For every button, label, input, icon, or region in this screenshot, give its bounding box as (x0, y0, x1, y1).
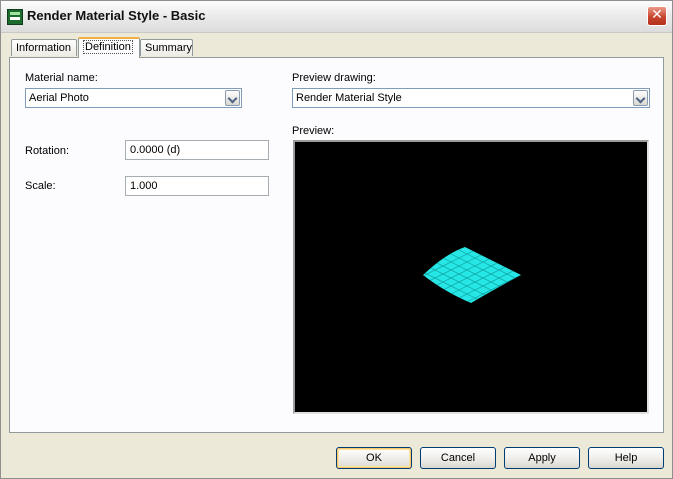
apply-button[interactable]: Apply (504, 447, 580, 469)
preview-drawing-label: Preview drawing: (292, 72, 376, 84)
preview-drawing-dropdown[interactable]: Render Material Style (292, 88, 650, 108)
tab-definition[interactable]: Definition (78, 37, 140, 58)
chevron-down-icon[interactable] (633, 90, 648, 106)
scale-label: Scale: (25, 180, 56, 192)
tab-summary[interactable]: Summary (140, 39, 193, 56)
material-name-dropdown[interactable]: Aerial Photo (25, 88, 242, 108)
render-material-style-icon (7, 9, 23, 25)
material-preview-viewport[interactable] (293, 140, 649, 414)
help-button[interactable]: Help (588, 447, 664, 469)
chevron-down-icon[interactable] (225, 90, 240, 106)
render-material-style-dialog: Render Material Style - Basic ✕ Informat… (0, 0, 673, 479)
preview-label: Preview: (292, 125, 335, 137)
material-name-label: Material name: (25, 72, 98, 84)
ok-button[interactable]: OK (336, 447, 412, 469)
window-title: Render Material Style - Basic (27, 8, 206, 23)
tab-information-label: Information (16, 42, 72, 54)
preview-mesh-graphic (423, 247, 521, 303)
close-icon[interactable]: ✕ (647, 6, 667, 26)
tab-information[interactable]: Information (11, 39, 77, 56)
cancel-button[interactable]: Cancel (420, 447, 496, 469)
scale-input[interactable]: 1.000 (125, 176, 269, 196)
tab-definition-label: Definition (83, 40, 133, 54)
material-name-value: Aerial Photo (29, 92, 89, 104)
rotation-label: Rotation: (25, 145, 70, 157)
title-bar[interactable]: Render Material Style - Basic ✕ (1, 1, 672, 33)
preview-drawing-value: Render Material Style (296, 92, 402, 104)
rotation-input[interactable]: 0.0000 (d) (125, 140, 269, 160)
tab-summary-label: Summary (145, 42, 193, 54)
